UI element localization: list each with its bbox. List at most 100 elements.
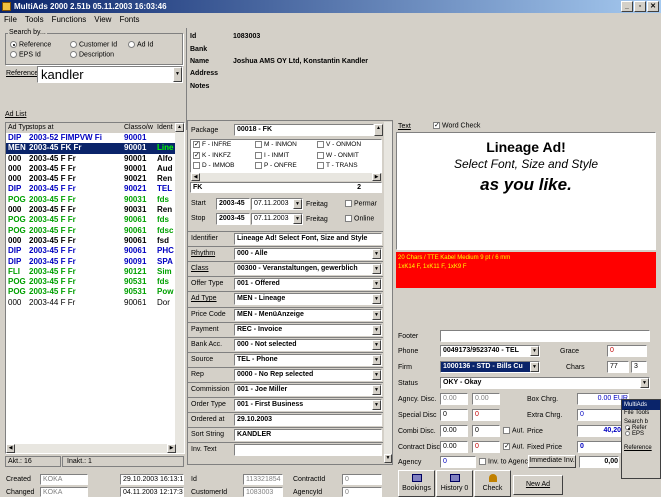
combi-disc-input[interactable]: 0.00	[440, 425, 468, 437]
chevron-down-icon[interactable]: ▼	[372, 309, 381, 320]
table-row[interactable]: POG 2003-45 F Fr 9006 1 fds	[6, 215, 184, 225]
table-row[interactable]: DIP 2003-45 F Fr 9009 1 SPA	[6, 257, 184, 267]
online-checkbox[interactable]: Online	[345, 215, 374, 222]
form-combo[interactable]: 0000 - No Rep selected ▼	[234, 368, 382, 381]
minimize-button[interactable]: _	[621, 1, 633, 12]
radio-reference[interactable]: Reference	[10, 41, 51, 48]
close-button[interactable]: ✕	[647, 1, 659, 12]
details-scrollbar[interactable]	[384, 122, 392, 463]
reference-input[interactable]: kandler ▼	[37, 66, 183, 83]
package-option-checkbox[interactable]: P - ONFRE	[255, 162, 297, 169]
chevron-down-icon[interactable]: ▼	[173, 67, 182, 82]
chars-lines-input[interactable]: 3	[631, 361, 647, 373]
form-combo[interactable]: 001 - First Business ▼	[234, 399, 382, 412]
menu-functions[interactable]: Functions	[52, 13, 87, 26]
scroll-up-icon[interactable]: ▲	[175, 123, 184, 132]
package-option-checkbox[interactable]: T - TRANS	[317, 162, 358, 169]
contract-disc-input[interactable]: 0.00	[440, 441, 468, 453]
chevron-down-icon[interactable]: ▼	[372, 249, 381, 260]
form-input[interactable]	[234, 444, 382, 457]
contract-aut-checkbox[interactable]: ✓ Aut.	[503, 443, 524, 450]
chevron-down-icon[interactable]: ▼	[372, 324, 381, 335]
chevron-down-icon[interactable]: ▼	[372, 400, 381, 411]
price-value[interactable]: 40,20	[577, 425, 622, 437]
package-option-checkbox[interactable]: ✓ F - INFRE	[193, 141, 231, 148]
radio-ad-id[interactable]: Ad Id	[128, 41, 153, 48]
combi-aut-checkbox[interactable]: Aut.	[503, 427, 524, 434]
table-row[interactable]: DIP 2003-45 F Fr 9002 1 TEL	[6, 184, 184, 194]
invoice-to-agency-checkbox[interactable]: Inv. to Agency	[479, 458, 531, 465]
bookings-button[interactable]: Bookings	[398, 470, 435, 497]
grace-input[interactable]: 0	[607, 345, 647, 357]
form-combo[interactable]: 001 - Offered ▼	[234, 278, 382, 291]
start-date-picker[interactable]: 07.11.2003 ▼	[251, 198, 303, 210]
chevron-down-icon[interactable]: ▼	[372, 339, 381, 350]
package-option-checkbox[interactable]: W - ONMIT	[317, 151, 359, 159]
chars-input[interactable]: 77	[607, 361, 629, 373]
immediate-invoice-value[interactable]: 0,00	[579, 456, 619, 468]
footer-input[interactable]	[440, 330, 650, 342]
ad-list[interactable]: Ad Typ stops at Class o/w Ident DIP 2003-…	[5, 122, 185, 454]
package-option-checkbox[interactable]: V - ONMON	[317, 141, 361, 148]
form-combo[interactable]: 00300 - Veranstaltungen, gewerblich ▼	[234, 263, 382, 276]
combi-disc-amount[interactable]: 0	[472, 425, 500, 437]
menu-file[interactable]: File	[4, 13, 17, 26]
agency-input[interactable]: 0	[440, 456, 476, 468]
radio-customer-id[interactable]: Customer Id	[70, 41, 117, 48]
maximize-button[interactable]: ▫	[634, 1, 646, 12]
table-row[interactable]: DIP 2003-45 F Fr 9006 1 PHC	[6, 246, 184, 256]
mini-window[interactable]: MultiAds File Tools Search b Refer EPS R…	[621, 399, 661, 479]
form-combo[interactable]: TEL - Phone ▼	[234, 353, 382, 366]
menu-view[interactable]: View	[94, 13, 111, 26]
chevron-down-icon[interactable]: ▼	[372, 264, 381, 275]
scroll-right-icon[interactable]: ▶	[167, 444, 176, 453]
package-option-checkbox[interactable]: I - INMIT	[255, 151, 289, 159]
chevron-down-icon[interactable]: ▼	[372, 294, 381, 305]
agency-disc-amount[interactable]: 0.00	[472, 393, 500, 405]
fixed-price-value[interactable]: 0	[577, 441, 622, 453]
form-input[interactable]: 29.10.2003	[234, 414, 382, 427]
radio-eps-id[interactable]: EPS Id	[10, 51, 41, 58]
history-button[interactable]: History 0	[436, 470, 473, 497]
ad-list-hscrollbar[interactable]	[6, 444, 176, 453]
stop-week-input[interactable]: 2003-45	[216, 213, 250, 225]
form-combo[interactable]: 000 - Not selected ▼	[234, 338, 382, 351]
package-option-checkbox[interactable]: ✓ K - INKFZ	[193, 151, 231, 159]
table-row[interactable]: MEN 2003-45 FK Fr 9000 1 Line	[6, 143, 184, 154]
check-button[interactable]: Check	[474, 470, 511, 497]
scroll-left-icon[interactable]: ◀	[6, 444, 15, 453]
mini-radio-eps[interactable]: EPS	[622, 431, 660, 437]
table-row[interactable]: POG 2003-45 F Fr 9003 1 fds	[6, 195, 184, 205]
new-ad-button[interactable]: New Ad	[513, 475, 563, 495]
table-row[interactable]: FLI 2003-45 F Fr 9012 1 Sim	[6, 267, 184, 277]
special-disc-input[interactable]: 0	[440, 409, 468, 421]
chevron-down-icon[interactable]: ▼	[372, 369, 381, 380]
menu-fonts[interactable]: Fonts	[119, 13, 139, 26]
ad-list-scrollbar[interactable]	[175, 123, 184, 453]
status-combo[interactable]: OKY - Okay ▼	[440, 377, 650, 389]
table-row[interactable]: 000 2003-45 F Fr 9000 1 Aud	[6, 164, 184, 174]
package-combo[interactable]: 00018 - FK	[234, 124, 374, 136]
form-combo[interactable]: MEN - MenüAnzeige ▼	[234, 308, 382, 321]
form-input[interactable]: Lineage Ad! Select Font, Size and Style	[234, 233, 382, 245]
table-row[interactable]: POG 2003-45 F Fr 9053 1 Pow	[6, 287, 184, 297]
scroll-up-icon[interactable]: ▲	[374, 124, 383, 136]
scroll-right-icon[interactable]: ▶	[372, 173, 381, 181]
menu-tools[interactable]: Tools	[25, 13, 44, 26]
form-combo[interactable]: 001 - Joe Miller ▼	[234, 384, 382, 396]
scroll-left-icon[interactable]: ◀	[191, 173, 200, 181]
scroll-down-icon[interactable]: ▼	[384, 454, 392, 463]
form-combo[interactable]: MEN - Lineage ▼	[234, 293, 382, 306]
table-row[interactable]: 000 2003-45 F Fr 9002 1 Ren	[6, 174, 184, 184]
package-option-checkbox[interactable]: D - IMMOB	[193, 162, 235, 169]
firm-combo[interactable]: 1000136 - STD - Bills Cu ▼	[440, 361, 540, 373]
extra-charge-value[interactable]: 0	[577, 409, 622, 421]
special-disc-amount[interactable]: 0	[472, 409, 500, 421]
chevron-down-icon[interactable]: ▼	[372, 385, 381, 395]
form-combo[interactable]: REC - Invoice ▼	[234, 323, 382, 336]
table-row[interactable]: 000 2003-45 F Fr 9003 1 Ren	[6, 205, 184, 215]
phone-combo[interactable]: 0049173/9523740 - TEL ▼	[440, 345, 540, 357]
table-row[interactable]: 000 2003-45 F Fr 9000 1 Alfo	[6, 154, 184, 164]
start-week-input[interactable]: 2003-45	[216, 198, 250, 210]
contract-disc-amount[interactable]: 0	[472, 441, 500, 453]
